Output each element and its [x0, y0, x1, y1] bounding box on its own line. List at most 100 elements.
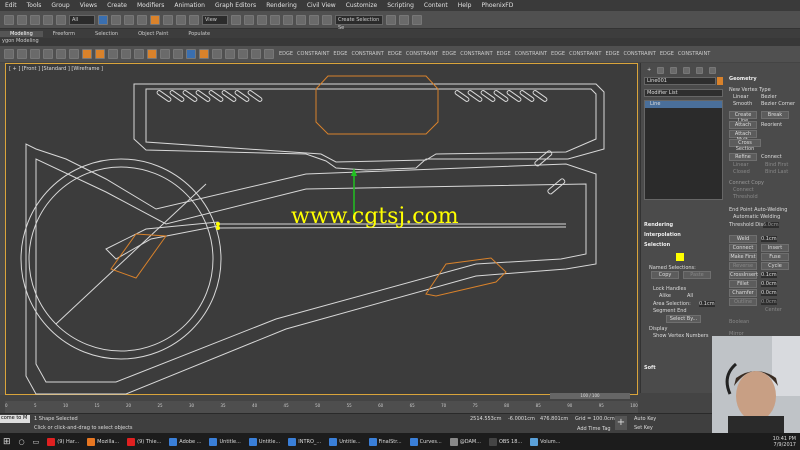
linear-checkbox[interactable]: Linear: [733, 162, 749, 168]
taskbar-app[interactable]: (9) Thie...: [124, 435, 164, 448]
rendering-rollout[interactable]: Rendering: [644, 222, 673, 229]
window-crossing-icon[interactable]: [137, 14, 147, 25]
crossinsert-value[interactable]: 0.1cm: [761, 272, 777, 278]
constraint-button[interactable]: EDGE: [658, 51, 676, 57]
constraint-button[interactable]: CONSTRAINT: [295, 51, 331, 57]
constraint-button[interactable]: CONSTRAINT: [349, 51, 385, 57]
attach-button[interactable]: Attach: [729, 121, 757, 129]
alike-radio[interactable]: Alike: [659, 293, 671, 299]
geometry-rollout[interactable]: Geometry: [729, 76, 757, 83]
ribbon-tab[interactable]: Object Paint: [128, 31, 178, 37]
phoenix-liquid-icon[interactable]: [160, 49, 170, 59]
edit-named-selection-icon[interactable]: [322, 14, 332, 25]
taskbar-app[interactable]: Curves...: [407, 435, 445, 448]
phoenix-particle-icon[interactable]: [199, 49, 209, 59]
percent-snap-icon[interactable]: [296, 14, 306, 25]
crossinsert-button[interactable]: CrossInsert: [729, 271, 758, 279]
display-tab-icon[interactable]: [696, 66, 704, 74]
set-key-button[interactable]: Set Key: [634, 425, 653, 431]
rectangular-selection-icon[interactable]: [124, 14, 134, 25]
layer-manager-icon[interactable]: [17, 49, 27, 59]
selection-rollout[interactable]: Selection: [644, 242, 670, 249]
taskbar-app[interactable]: (9) Har...: [44, 435, 82, 448]
constraint-button[interactable]: EDGE: [603, 51, 621, 57]
menu-item[interactable]: Content: [419, 2, 453, 9]
selection-filter-dropdown[interactable]: All: [69, 14, 95, 25]
render-production-icon[interactable]: [108, 49, 118, 59]
menu-item[interactable]: Graph Editors: [210, 2, 261, 9]
hierarchy-tab-icon[interactable]: [670, 66, 678, 74]
lock-handles-checkbox[interactable]: Lock Handles: [653, 286, 686, 292]
taskbar-app[interactable]: OBS 18...: [486, 435, 525, 448]
taskbar-app[interactable]: Volum...: [527, 435, 563, 448]
taskbar-app[interactable]: INTRO_...: [285, 435, 324, 448]
manipulate-icon[interactable]: [244, 14, 254, 25]
object-color-swatch[interactable]: [717, 77, 723, 85]
outline-value[interactable]: 0.0cm: [761, 299, 777, 305]
modify-tab-icon[interactable]: [657, 66, 665, 74]
taskbar-app[interactable]: Untitle...: [206, 435, 243, 448]
z-coordinate[interactable]: 476.801cm: [540, 416, 568, 422]
link-icon[interactable]: [30, 14, 40, 25]
maxscript-listener[interactable]: come to M: [0, 415, 30, 423]
mirror-icon[interactable]: [386, 14, 396, 25]
object-name-field[interactable]: Line001: [644, 77, 716, 85]
render-iterative-icon[interactable]: [121, 49, 131, 59]
stack-item-line[interactable]: Line: [645, 101, 722, 108]
fillet-value[interactable]: 0.0cm: [761, 281, 777, 287]
connect-checkbox[interactable]: Connect: [761, 154, 782, 160]
segment-end-checkbox[interactable]: Segment End: [653, 308, 687, 314]
taskbar-app[interactable]: Untitle...: [246, 435, 283, 448]
closed-checkbox[interactable]: Closed: [733, 169, 750, 175]
automatic-welding-checkbox[interactable]: Automatic Welding: [733, 214, 780, 220]
layer-explorer-icon[interactable]: [412, 14, 422, 25]
menu-item[interactable]: Scripting: [382, 2, 419, 9]
menu-item[interactable]: Rendering: [261, 2, 302, 9]
interpolation-rollout[interactable]: Interpolation: [644, 232, 681, 239]
taskbar-app[interactable]: FinalStr...: [366, 435, 405, 448]
chamfer-value[interactable]: 0.0cm: [761, 290, 777, 296]
align-icon[interactable]: [399, 14, 409, 25]
snaps-toggle-icon[interactable]: [270, 14, 280, 25]
create-tab-icon[interactable]: +: [647, 67, 651, 73]
ribbon-tab[interactable]: Modeling: [0, 30, 43, 37]
constraint-button[interactable]: CONSTRAINT: [513, 51, 549, 57]
select-by-name-icon[interactable]: [111, 14, 121, 25]
reorient-checkbox[interactable]: Reorient: [761, 122, 782, 128]
menu-item[interactable]: Create: [102, 2, 132, 9]
ribbon-tab[interactable]: Selection: [85, 31, 128, 37]
add-key-icon[interactable]: +: [615, 416, 627, 430]
constraint-button[interactable]: CONSTRAINT: [458, 51, 494, 57]
fillet-button[interactable]: Fillet: [729, 280, 757, 288]
all-radio[interactable]: All: [687, 293, 693, 299]
play-icon[interactable]: [30, 49, 40, 59]
constraint-button[interactable]: CONSTRAINT: [567, 51, 603, 57]
refine-button[interactable]: Refine: [729, 153, 757, 161]
phoenix-emitter-icon[interactable]: [186, 49, 196, 59]
constraint-button[interactable]: CONSTRAINT: [404, 51, 440, 57]
ribbon-tab[interactable]: Freeform: [43, 31, 85, 37]
paste-button[interactable]: Paste: [683, 271, 711, 279]
render-setup-icon[interactable]: [82, 49, 92, 59]
cycle-button[interactable]: Cycle: [761, 262, 789, 270]
time-slider[interactable]: 100 / 100: [550, 393, 630, 399]
taskbar-app[interactable]: Mozilla...: [84, 435, 122, 448]
scene-explorer-icon[interactable]: [4, 49, 14, 59]
modifier-list-dropdown[interactable]: Modifier List: [644, 89, 723, 97]
menu-item[interactable]: Civil View: [302, 2, 341, 9]
threshold-dist-value[interactable]: 6.0cm: [763, 222, 779, 228]
task-view-icon[interactable]: ▭: [30, 435, 43, 448]
add-time-tag[interactable]: Add Time Tag: [577, 426, 611, 432]
create-line-button[interactable]: Create Line: [729, 111, 757, 124]
area-selection-checkbox[interactable]: Area Selection:: [653, 301, 691, 307]
copy-button[interactable]: Copy: [651, 271, 679, 279]
area-selection-value[interactable]: 0.1cm: [699, 301, 715, 307]
menu-item[interactable]: Group: [46, 2, 74, 9]
named-selection-dropdown[interactable]: Create Selection Se: [335, 14, 383, 31]
linear-radio[interactable]: Linear: [733, 94, 749, 100]
connect-button[interactable]: Connect: [729, 244, 757, 252]
bezier-corner-radio[interactable]: Bezier Corner: [761, 101, 795, 107]
show-vertex-numbers-checkbox[interactable]: Show Vertex Numbers: [653, 333, 708, 339]
reverse-button[interactable]: Reverse: [729, 262, 757, 270]
smooth-radio[interactable]: Smooth: [733, 101, 752, 107]
